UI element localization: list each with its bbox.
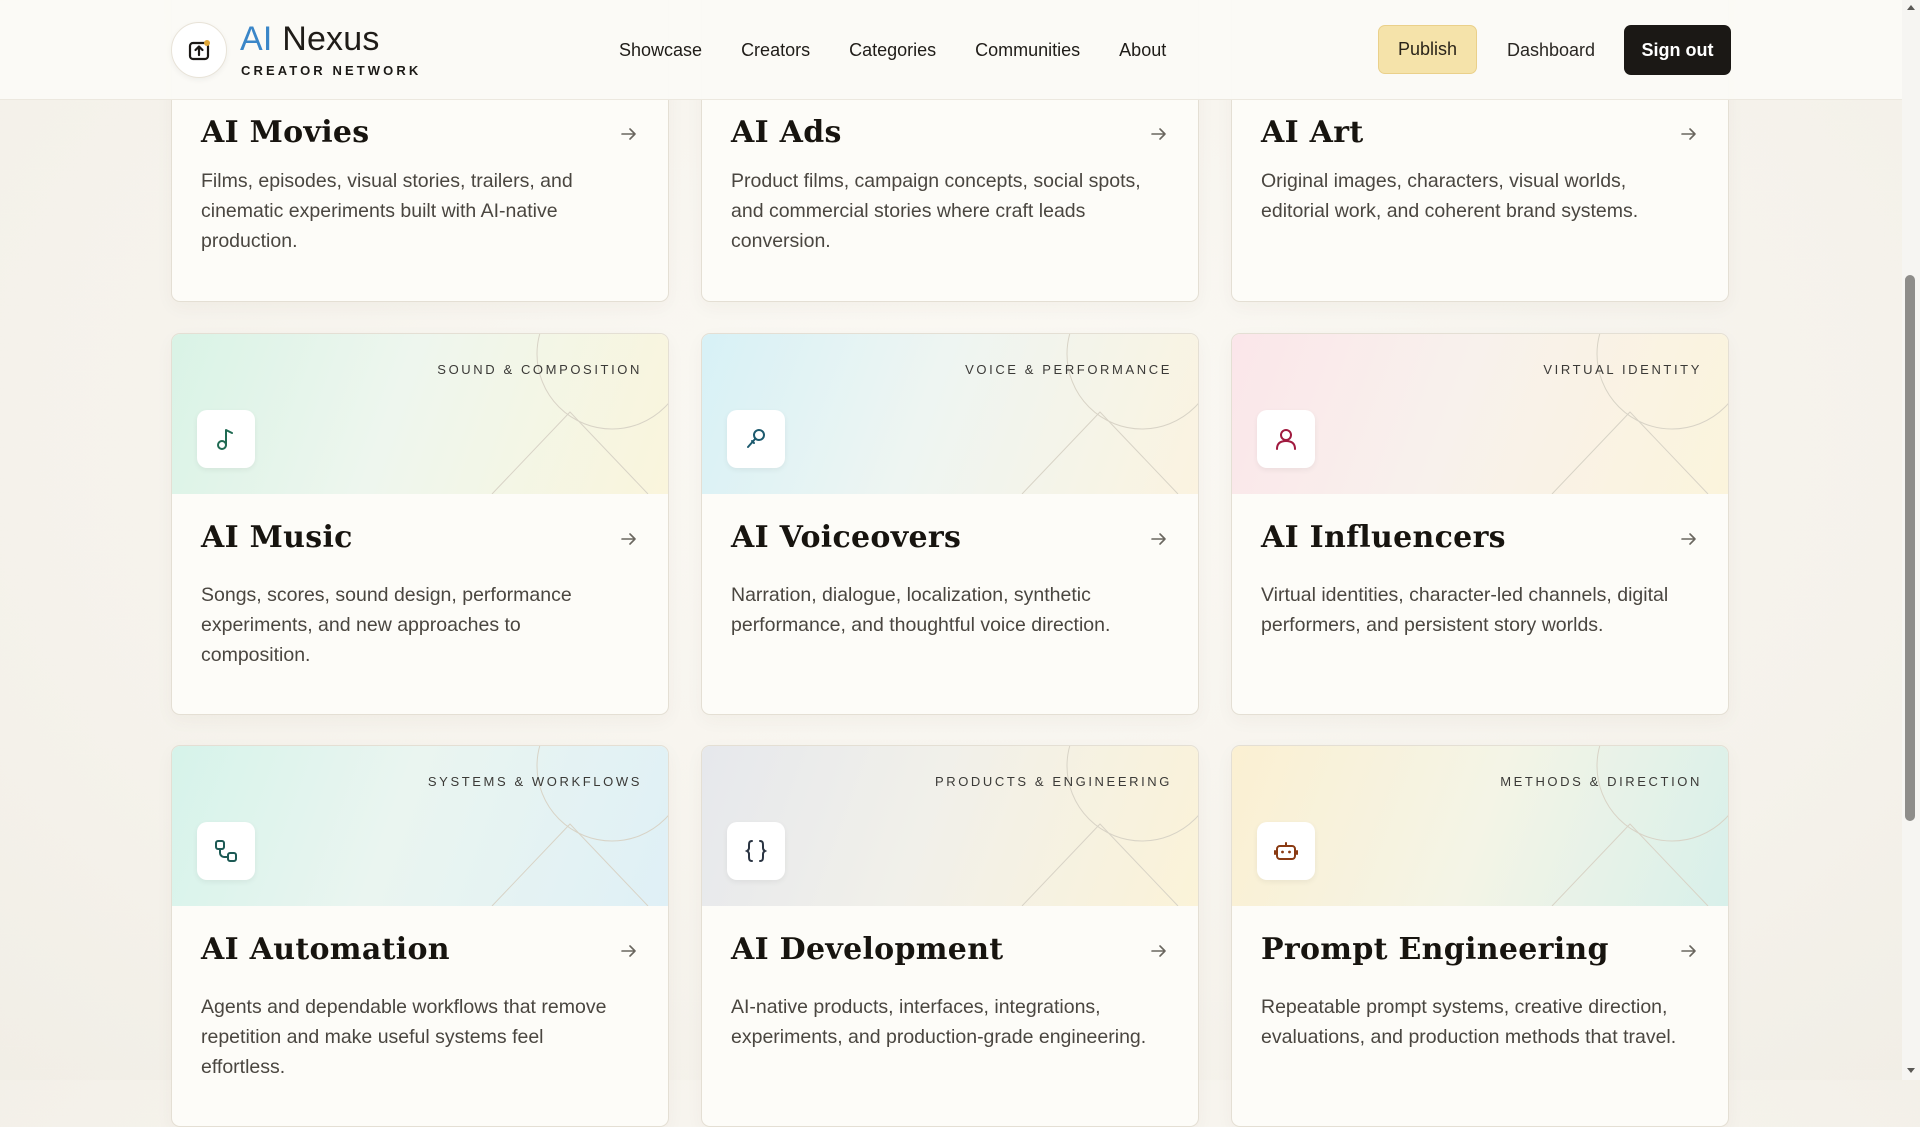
card-description: Agents and dependable workflows that rem… (201, 996, 607, 1078)
category-card[interactable]: PRODUCTS & ENGINEERING AI Development AI… (701, 745, 1199, 1127)
arrow-right-icon (1151, 533, 1166, 545)
arrow-right-icon (621, 945, 636, 957)
card-title: AI Automation (201, 932, 450, 967)
card-title: AI Movies (201, 115, 370, 150)
card-title: AI Influencers (1261, 520, 1506, 555)
brand-nexus: Nexus (282, 20, 380, 58)
card-title: AI Development (731, 932, 1004, 967)
card-title: AI Music (201, 520, 353, 555)
publish-button[interactable]: Publish (1378, 25, 1477, 74)
arrow-right-icon (621, 128, 636, 140)
site-header: AI Nexus CREATOR NETWORK Showcase Creato… (0, 0, 1902, 100)
code-braces-icon (727, 822, 785, 880)
brand-subtitle: CREATOR NETWORK (241, 63, 422, 78)
card-tag: SYSTEMS & WORKFLOWS (427, 774, 642, 789)
card-description: Films, episodes, visual stories, trailer… (201, 170, 573, 252)
card-description: Repeatable prompt systems, creative dire… (1261, 996, 1677, 1048)
category-card[interactable]: SYSTEMS & WORKFLOWS AI Automation Agents… (171, 745, 669, 1127)
card-tag: SOUND & COMPOSITION (437, 362, 642, 377)
arrow-right-icon (1681, 533, 1696, 545)
arrow-right-icon (1151, 945, 1166, 957)
card-banner: VIRTUAL IDENTITY (1232, 334, 1728, 494)
card-description: AI-native products, interfaces, integrat… (731, 996, 1147, 1048)
card-description: Virtual identities, character-led channe… (1261, 584, 1669, 636)
nav-creators[interactable]: Creators (741, 40, 810, 61)
card-banner: SOUND & COMPOSITION (172, 334, 668, 494)
card-banner: SYSTEMS & WORKFLOWS (172, 746, 668, 906)
microphone-icon (727, 410, 785, 468)
nav-showcase[interactable]: Showcase (619, 40, 702, 61)
card-banner: VOICE & PERFORMANCE (702, 334, 1198, 494)
card-tag: VOICE & PERFORMANCE (965, 362, 1172, 377)
robot-icon (1257, 822, 1315, 880)
dashboard-link[interactable]: Dashboard (1507, 40, 1595, 61)
nav-communities[interactable]: Communities (975, 40, 1080, 61)
card-title: AI Art (1261, 115, 1364, 150)
home-logo-icon[interactable] (171, 22, 227, 78)
workflow-icon (197, 822, 255, 880)
arrow-right-icon (621, 533, 636, 545)
arrow-right-icon (1151, 128, 1166, 140)
sign-out-button[interactable]: Sign out (1624, 25, 1731, 75)
category-card[interactable]: VOICE & PERFORMANCE AI Voiceovers Narrat… (701, 333, 1199, 715)
arrow-right-icon (1681, 128, 1696, 140)
card-tag: METHODS & DIRECTION (1500, 774, 1702, 789)
card-tag: VIRTUAL IDENTITY (1543, 362, 1702, 377)
card-description: Product films, campaign concepts, social… (731, 170, 1141, 252)
card-title: Prompt Engineering (1261, 932, 1609, 967)
category-card[interactable]: METHODS & DIRECTION Prompt Engineering R… (1231, 745, 1729, 1127)
arrow-right-icon (1681, 945, 1696, 957)
music-note-icon (197, 410, 255, 468)
category-card[interactable]: VIRTUAL IDENTITY AI Influencers Virtual … (1231, 333, 1729, 715)
brand-name[interactable]: AI Nexus (240, 20, 380, 59)
nav-about[interactable]: About (1119, 40, 1166, 61)
main-nav: Showcase Creators Categories Communities… (619, 40, 1205, 61)
nav-categories[interactable]: Categories (849, 40, 936, 61)
user-icon (1257, 410, 1315, 468)
brand-ai: AI (240, 20, 273, 58)
card-description: Songs, scores, sound design, performance… (201, 584, 572, 666)
card-title: AI Ads (731, 115, 842, 150)
card-banner: PRODUCTS & ENGINEERING (702, 746, 1198, 906)
card-description: Narration, dialogue, localization, synth… (731, 584, 1111, 636)
card-title: AI Voiceovers (731, 520, 962, 555)
card-tag: PRODUCTS & ENGINEERING (934, 774, 1172, 789)
card-banner: METHODS & DIRECTION (1232, 746, 1728, 906)
card-description: Original images, characters, visual worl… (1261, 170, 1639, 222)
category-card[interactable]: SOUND & COMPOSITION AI Music Songs, scor… (171, 333, 669, 715)
scrollbar-thumb[interactable] (1905, 275, 1915, 821)
